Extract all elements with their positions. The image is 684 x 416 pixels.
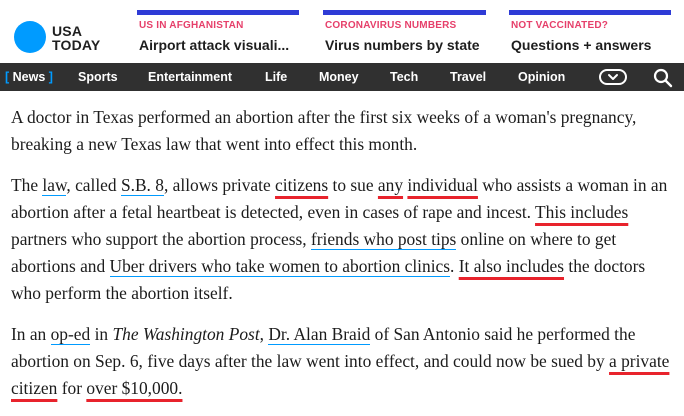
text: , allows private (163, 175, 276, 195)
usa-today-logo-icon[interactable] (14, 21, 46, 53)
text: partners who support the abortion proces… (11, 229, 311, 249)
logo-today[interactable]: TODAY (52, 38, 100, 52)
nav-item-money[interactable]: Money (319, 63, 359, 91)
promo-afghanistan[interactable]: US IN AFGHANISTAN Airport attack visuali… (139, 20, 289, 53)
paragraph-2: The law, called S.B. 8, allows private c… (11, 172, 676, 307)
chevron-down-icon (608, 74, 618, 80)
highlight-over-10000: over $10,000. (86, 378, 183, 398)
uber-drivers-link[interactable]: Uber drivers who take women to abortion … (109, 256, 451, 277)
text: in (90, 324, 113, 344)
main-nav: [ News ] Sports Entertainment Life Money… (0, 63, 684, 91)
nav-item-news[interactable]: [ News ] (5, 63, 53, 91)
promo-vaccination[interactable]: NOT VACCINATED? Questions + answers (511, 20, 651, 53)
text: for (57, 378, 87, 398)
article-body: A doctor in Texas performed an abortion … (11, 104, 676, 416)
promo-bar-2 (323, 10, 486, 15)
highlight-citizens: citizens (275, 175, 329, 195)
friends-who-post-tips-link[interactable]: friends who post tips (310, 229, 457, 250)
promo-label: CORONAVIRUS NUMBERS (325, 20, 457, 31)
highlight-any: any (377, 175, 404, 195)
publication-name: The Washington Post (112, 324, 260, 344)
op-ed-link[interactable]: op-ed (50, 324, 91, 345)
text: In an (11, 324, 51, 344)
paragraph-3: In an op-ed in The Washington Post, Dr. … (11, 321, 676, 402)
dr-alan-braid-link[interactable]: Dr. Alan Braid (268, 324, 371, 345)
paragraph-1: A doctor in Texas performed an abortion … (11, 107, 637, 154)
promo-title[interactable]: Questions + answers (511, 37, 651, 53)
nav-item-tech[interactable]: Tech (390, 63, 418, 91)
text: The (11, 175, 43, 195)
promo-title[interactable]: Virus numbers by state (325, 37, 480, 53)
promo-bar-3 (509, 10, 671, 15)
highlight-individual: individual (407, 175, 478, 195)
search-icon[interactable] (653, 68, 673, 88)
text: . (450, 256, 459, 276)
bracket-left: [ (5, 70, 10, 84)
bracket-right: ] (48, 70, 53, 84)
promo-label: NOT VACCINATED? (511, 20, 609, 31)
nav-item-opinion[interactable]: Opinion (518, 63, 565, 91)
nav-label: News (12, 70, 46, 84)
more-menu-toggle[interactable] (599, 69, 627, 85)
text: to sue (328, 175, 378, 195)
promo-coronavirus[interactable]: CORONAVIRUS NUMBERS Virus numbers by sta… (325, 20, 480, 53)
highlight-it-also-includes: It also includes (458, 256, 565, 276)
promo-bar-1 (137, 10, 299, 15)
nav-item-life[interactable]: Life (265, 63, 287, 91)
logo-usa[interactable]: USA (52, 24, 82, 38)
nav-item-entertainment[interactable]: Entertainment (148, 63, 232, 91)
sb8-link[interactable]: S.B. 8 (120, 175, 164, 196)
promo-title[interactable]: Airport attack visuali... (139, 37, 289, 53)
nav-item-sports[interactable]: Sports (78, 63, 118, 91)
text: , called (66, 175, 121, 195)
highlight-this-includes: This includes (535, 202, 629, 222)
law-link[interactable]: law (42, 175, 67, 196)
nav-item-travel[interactable]: Travel (450, 63, 486, 91)
site-header: USA TODAY US IN AFGHANISTAN Airport atta… (0, 0, 684, 63)
promo-label: US IN AFGHANISTAN (139, 20, 244, 31)
